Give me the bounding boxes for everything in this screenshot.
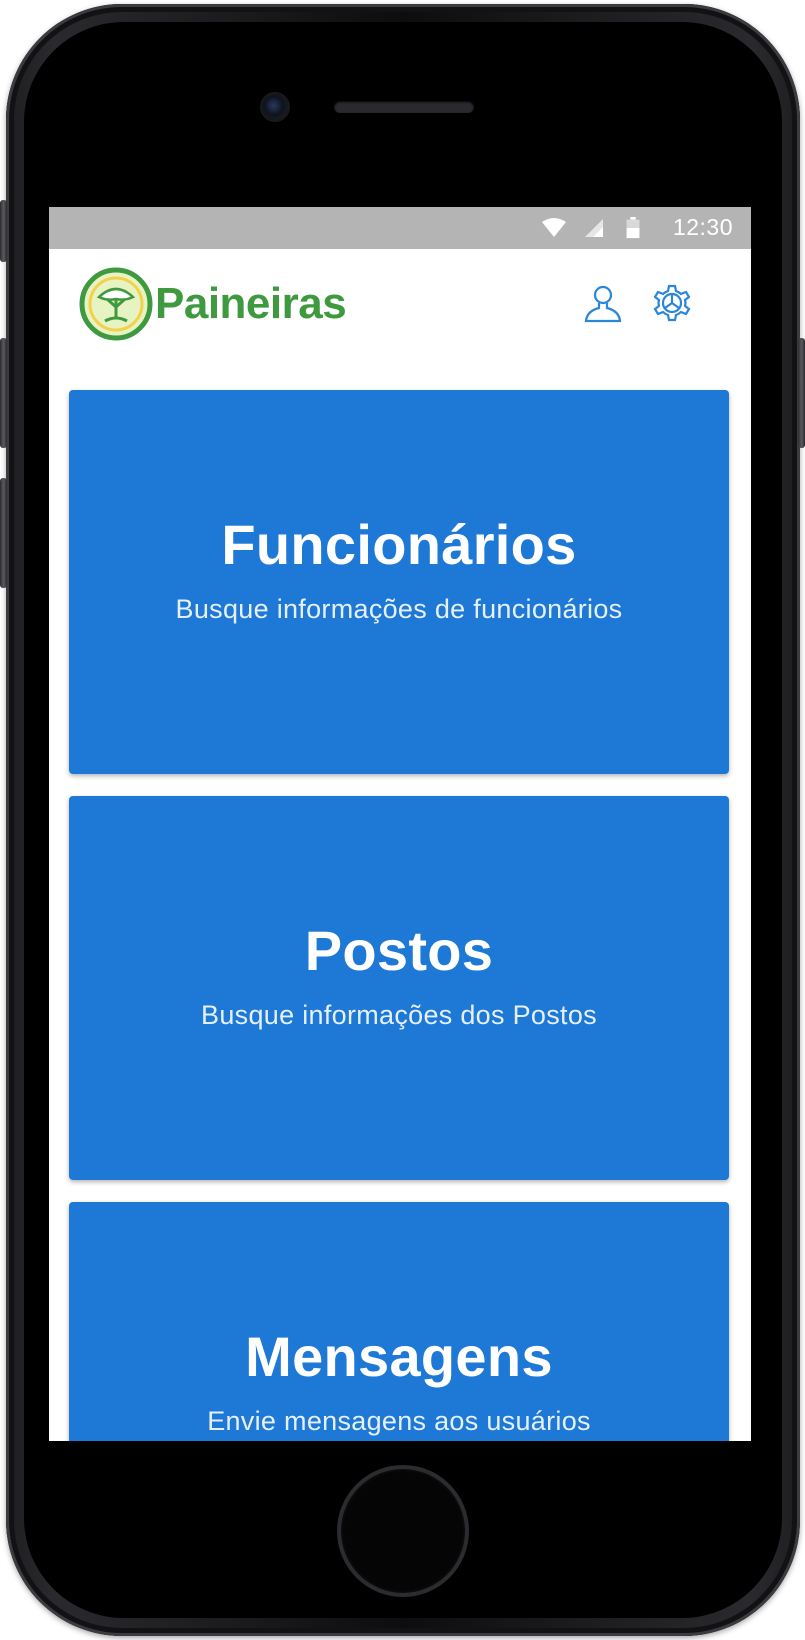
card-subtitle: Busque informações de funcionários: [175, 594, 623, 624]
user-icon[interactable]: [581, 281, 625, 325]
card-subtitle: Busque informações dos Postos: [201, 1000, 597, 1030]
card-mensagens[interactable]: Mensagens Envie mensagens aos usuários: [69, 1202, 729, 1441]
card-title: Funcionários: [221, 513, 577, 576]
battery-icon: [626, 217, 640, 239]
card-postos[interactable]: Postos Busque informações dos Postos: [69, 796, 729, 1180]
card-funcionarios[interactable]: Funcionários Busque informações de funci…: [69, 390, 729, 774]
brand-logo[interactable]: Paineiras: [79, 267, 359, 341]
menu-cards: Funcionários Busque informações de funci…: [69, 390, 729, 1441]
home-button[interactable]: [341, 1469, 465, 1593]
card-subtitle: Envie mensagens aos usuários: [207, 1406, 591, 1436]
settings-gear-icon[interactable]: [650, 281, 694, 325]
power-button: [798, 338, 805, 448]
volume-up-button: [0, 338, 7, 448]
app-header: Paineiras: [49, 249, 751, 359]
status-bar: 12:30: [49, 207, 751, 249]
tree-logo-icon: [79, 267, 153, 341]
front-camera: [262, 94, 288, 120]
app-screen: 12:30 Paineiras Funcionários Busque info…: [49, 207, 751, 1441]
mute-switch: [0, 200, 7, 262]
card-title: Postos: [304, 919, 494, 982]
volume-down-button: [0, 478, 7, 588]
status-time: 12:30: [672, 214, 733, 240]
wifi-icon: [542, 218, 566, 237]
brand-name: Paineiras: [155, 279, 347, 328]
signal-icon: [585, 219, 603, 237]
card-title: Mensagens: [245, 1325, 553, 1388]
earpiece-speaker: [334, 101, 474, 113]
